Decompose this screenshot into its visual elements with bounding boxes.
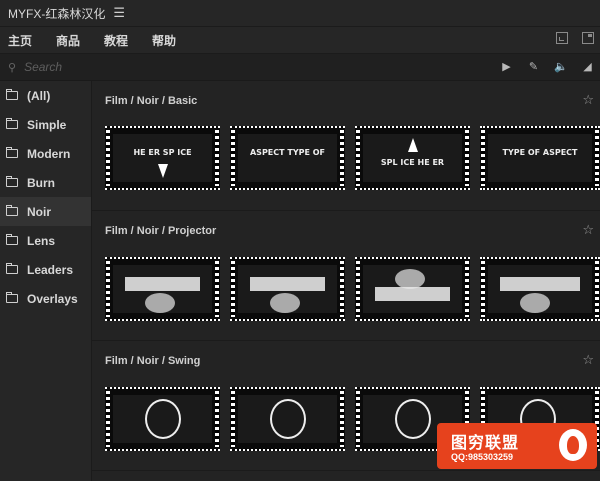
sidebar-item-modern[interactable]: Modern [0, 139, 91, 168]
sidebar-item-label: Modern [27, 146, 71, 161]
sidebar-item-label: Overlays [27, 291, 78, 306]
preset-thumbnail[interactable] [105, 387, 220, 451]
preset-thumbnail[interactable] [105, 257, 220, 321]
title-bar: MYFX-红森林汉化 ☰ [0, 0, 600, 26]
preset-thumbnail[interactable] [230, 257, 345, 321]
volume-icon[interactable]: 🔈 [554, 60, 568, 73]
sidebar-item-burn[interactable]: Burn [0, 168, 91, 197]
sidebar-item-noir[interactable]: Noir [0, 197, 91, 226]
sidebar-item-label: Burn [27, 175, 55, 190]
section-title: Film / Noir / Swing [105, 355, 201, 367]
window-controls [556, 32, 594, 44]
nav-bar: 主页 商品 教程 帮助 [0, 26, 600, 54]
folder-icon [6, 89, 18, 100]
star-icon[interactable]: ☆ [582, 92, 594, 108]
thumbnail-caption: HE ER SP ICE [133, 148, 192, 157]
minimize-icon[interactable] [556, 32, 568, 44]
thumbnail-caption: TYPE OF ASPECT [502, 148, 578, 157]
sidebar-item-all[interactable]: (All) [0, 81, 91, 110]
toolbar: ▶ ✎ 🔈 ◢ [500, 60, 594, 73]
folder-icon [6, 292, 18, 303]
folder-icon [6, 263, 18, 274]
folder-icon [6, 147, 18, 158]
play-icon[interactable]: ▶ [500, 60, 513, 73]
collapse-icon[interactable]: ◢ [581, 60, 594, 73]
sidebar-item-label: Lens [27, 233, 56, 248]
sidebar-item-leaders[interactable]: Leaders [0, 255, 91, 284]
thumbnail-caption: ASPECT TYPE OF [249, 148, 326, 157]
folder-icon [6, 118, 18, 129]
section-title: Film / Noir / Projector [105, 225, 217, 237]
watermark-qq: QQ:985303259 [451, 452, 514, 462]
arrow-down-icon [157, 164, 168, 178]
nav-item-products[interactable]: 商品 [44, 32, 92, 49]
sidebar-item-lens[interactable]: Lens [0, 226, 91, 255]
search-input[interactable] [22, 59, 447, 75]
sidebar-item-overlays[interactable]: Overlays [0, 284, 91, 313]
preset-browser: Film / Noir / Basic ☆ HE ER SP ICE ASPEC… [92, 81, 600, 481]
nav-item-tutorials[interactable]: 教程 [92, 32, 140, 49]
sidebar-item-label: Simple [27, 117, 67, 132]
sidebar-item-label: Leaders [27, 262, 74, 277]
preset-thumbnail[interactable]: HE ER SP ICE [105, 126, 220, 190]
thumbnail-caption: SPL ICE HE ER [380, 158, 445, 167]
flame-logo-icon [559, 429, 587, 461]
sidebar: (All) Simple Modern Burn Noir Lens Leade… [0, 81, 92, 481]
brush-icon[interactable]: ✎ [527, 60, 540, 73]
folder-icon [6, 176, 18, 187]
restore-icon[interactable] [582, 32, 594, 44]
search-bar: ⚲ ▶ ✎ 🔈 ◢ [0, 54, 600, 81]
search-icon: ⚲ [8, 61, 17, 74]
star-icon[interactable]: ☆ [582, 352, 594, 368]
nav-item-home[interactable]: 主页 [0, 32, 44, 49]
star-icon[interactable]: ☆ [582, 222, 594, 238]
preset-thumbnail[interactable] [355, 257, 470, 321]
hamburger-icon[interactable]: ☰ [113, 5, 125, 21]
section-title: Film / Noir / Basic [105, 95, 198, 107]
arrow-up-icon [407, 138, 418, 152]
folder-icon [6, 234, 18, 245]
sidebar-item-simple[interactable]: Simple [0, 110, 91, 139]
watermark-title: 图穷联盟 [451, 435, 520, 452]
section-projector: Film / Noir / Projector ☆ [92, 211, 600, 341]
sidebar-item-label: (All) [27, 88, 51, 103]
section-basic: Film / Noir / Basic ☆ HE ER SP ICE ASPEC… [92, 81, 600, 211]
nav-item-help[interactable]: 帮助 [140, 32, 188, 49]
preset-thumbnail[interactable] [480, 257, 600, 321]
preset-thumbnail[interactable]: TYPE OF ASPECT [480, 126, 600, 190]
preset-thumbnail[interactable]: ASPECT TYPE OF [230, 126, 345, 190]
preset-thumbnail[interactable] [230, 387, 345, 451]
app-title: MYFX-红森林汉化 [8, 6, 106, 21]
sidebar-item-label: Noir [27, 204, 51, 219]
preset-thumbnail[interactable]: SPL ICE HE ER [355, 126, 470, 190]
folder-icon [6, 205, 18, 216]
watermark-badge: 图穷联盟 QQ:985303259 [437, 423, 597, 469]
